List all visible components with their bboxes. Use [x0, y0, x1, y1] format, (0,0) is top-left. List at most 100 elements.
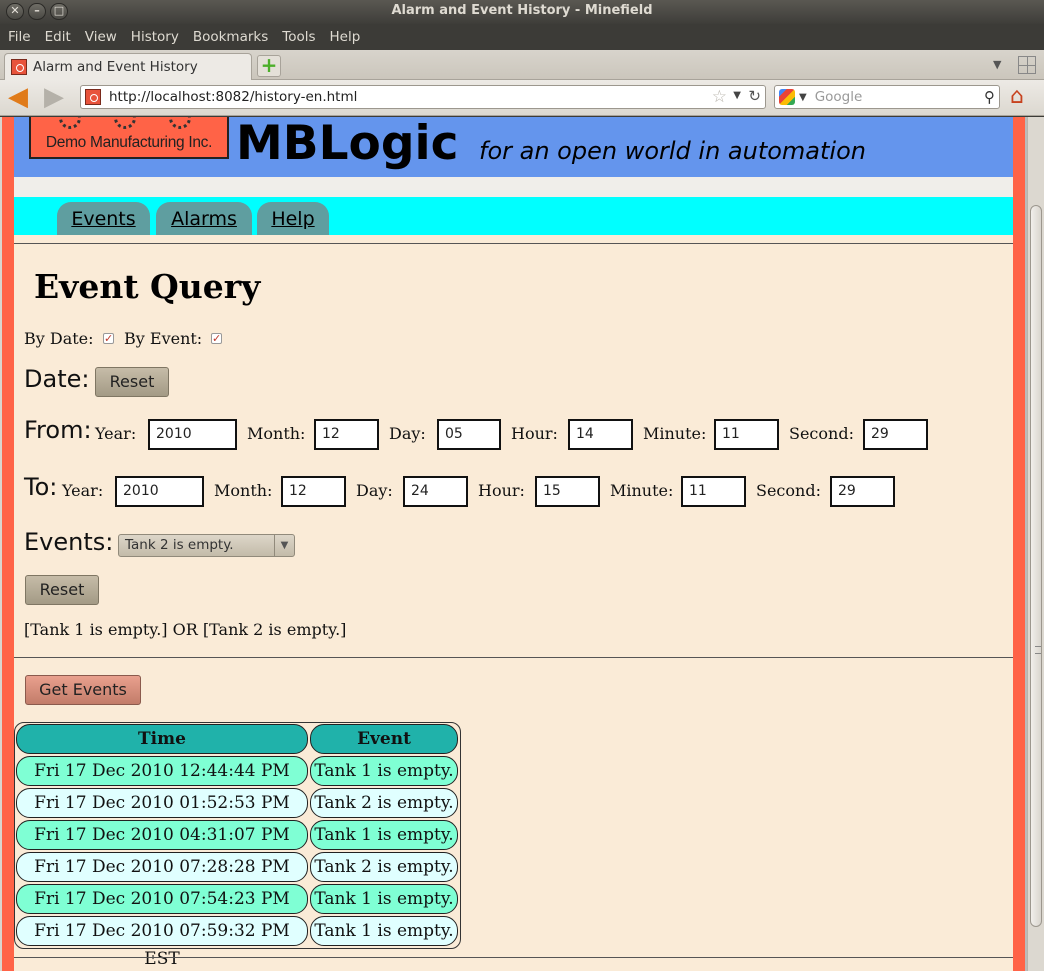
from-hour-label: Hour:: [511, 424, 558, 443]
menu-history[interactable]: History: [131, 29, 179, 45]
tab-bar: Alarm and Event History + ▼: [0, 50, 1044, 80]
get-events-button[interactable]: Get Events: [25, 675, 141, 705]
to-day-input[interactable]: 24: [403, 476, 468, 507]
events-select-value: Tank 2 is empty.: [125, 537, 234, 553]
search-engine-dropdown-icon[interactable]: ▼: [799, 92, 807, 103]
table-cell-time: Fri 17 Dec 2010 12:44:44 PM EST: [16, 756, 308, 809]
divider: [14, 657, 1013, 658]
menu-tools[interactable]: Tools: [282, 29, 315, 45]
site-title: MBLogic: [236, 117, 459, 171]
tab-overview-icon[interactable]: [1018, 56, 1036, 74]
gear-icon: [169, 117, 191, 129]
back-arrow-icon[interactable]: ◀: [8, 84, 28, 110]
column-header-event: Event: [310, 724, 458, 754]
close-window-button[interactable]: ✕: [6, 3, 24, 20]
by-event-label: By Event:: [124, 329, 203, 348]
to-label: To:: [24, 473, 58, 501]
table-cell-event: Tank 2 is empty.: [310, 852, 458, 882]
window-title: Alarm and Event History - Minefield: [391, 3, 653, 18]
table-cell-time: Fri 17 Dec 2010 07:54:23 PM EST: [16, 884, 308, 937]
by-date-label: By Date:: [24, 329, 94, 348]
page-favicon-icon: [11, 59, 27, 75]
to-month-input[interactable]: 12: [281, 476, 346, 507]
scrollbar-grip-icon: [1035, 646, 1041, 654]
google-logo-icon[interactable]: [779, 89, 795, 105]
gear-icon: [59, 117, 81, 129]
from-label: From:: [24, 416, 92, 444]
browser-tab[interactable]: Alarm and Event History: [4, 53, 252, 80]
date-reset-button[interactable]: Reset: [95, 367, 169, 397]
page-body: Demo Manufacturing Inc. MBLogic for an o…: [14, 117, 1013, 971]
events-table: Time Event Fri 17 Dec 2010 12:44:44 PM E…: [14, 722, 461, 969]
from-month-label: Month:: [247, 424, 306, 443]
company-logo: Demo Manufacturing Inc.: [29, 117, 229, 159]
forward-arrow-icon[interactable]: ▶: [44, 84, 64, 110]
to-minute-input[interactable]: 11: [681, 476, 746, 507]
menu-help[interactable]: Help: [330, 29, 361, 45]
from-day-input[interactable]: 05: [437, 419, 501, 450]
from-second-label: Second:: [789, 424, 854, 443]
divider: [14, 957, 1013, 958]
menu-file[interactable]: File: [8, 29, 31, 45]
site-nav: Events Alarms Help: [14, 197, 1013, 235]
table-cell-time: Fri 17 Dec 2010 07:28:28 PM EST: [16, 852, 308, 905]
minimize-window-button[interactable]: –: [28, 3, 46, 20]
search-placeholder: Google: [814, 89, 863, 105]
from-minute-label: Minute:: [643, 424, 707, 443]
tab-list-icon[interactable]: ▼: [993, 58, 1001, 71]
from-second-input[interactable]: 29: [863, 419, 928, 450]
menu-bookmarks[interactable]: Bookmarks: [193, 29, 268, 45]
maximize-window-button[interactable]: □: [50, 3, 68, 20]
to-year-input[interactable]: 2010: [115, 476, 204, 507]
table-cell-event: Tank 1 is empty.: [310, 884, 458, 914]
gear-icon: [114, 117, 136, 129]
table-cell-time: Fri 17 Dec 2010 04:31:07 PM EST: [16, 820, 308, 873]
right-side-bar: [1013, 117, 1025, 971]
from-minute-input[interactable]: 11: [714, 419, 779, 450]
column-header-time: Time: [16, 724, 308, 754]
reload-icon[interactable]: ↻: [748, 87, 761, 105]
date-label: Date:: [24, 365, 90, 393]
table-cell-event: Tank 1 is empty.: [310, 820, 458, 850]
table-cell-time: Fri 17 Dec 2010 07:59:32 PM EST: [16, 916, 308, 969]
scrollbar-thumb[interactable]: [1030, 205, 1042, 927]
site-identity-icon[interactable]: [85, 89, 101, 105]
by-event-checkbox[interactable]: ✓: [211, 333, 222, 344]
nav-tab-events[interactable]: Events: [57, 202, 150, 235]
from-year-input[interactable]: 2010: [148, 419, 237, 450]
from-hour-input[interactable]: 14: [568, 419, 633, 450]
nav-tab-help[interactable]: Help: [257, 202, 329, 235]
menu-edit[interactable]: Edit: [45, 29, 71, 45]
table-cell-event: Tank 2 is empty.: [310, 788, 458, 818]
to-minute-label: Minute:: [610, 481, 674, 500]
url-history-dropdown-icon[interactable]: ▼: [733, 90, 741, 101]
company-logo-text: Demo Manufacturing Inc.: [45, 134, 213, 151]
url-bar[interactable]: http://localhost:8082/history-en.html ☆ …: [80, 85, 766, 109]
window-titlebar: ✕ – □ Alarm and Event History - Minefiel…: [0, 0, 1044, 24]
table-cell-event: Tank 1 is empty.: [310, 916, 458, 946]
by-date-checkbox[interactable]: ✓: [103, 333, 114, 344]
events-select[interactable]: Tank 2 is empty. ▼: [118, 534, 295, 557]
chevron-down-icon: ▼: [274, 535, 294, 556]
from-month-input[interactable]: 12: [314, 419, 379, 450]
search-icon[interactable]: ⚲: [984, 88, 995, 106]
search-bar[interactable]: ▼ Google ⚲: [774, 85, 1000, 109]
selection-summary: [Tank 1 is empty.] OR [Tank 2 is empty.]: [24, 620, 347, 639]
menu-view[interactable]: View: [85, 29, 117, 45]
vertical-scrollbar[interactable]: [1027, 117, 1044, 971]
to-day-label: Day:: [356, 481, 393, 500]
new-tab-button[interactable]: +: [257, 55, 281, 77]
bookmark-star-icon[interactable]: ☆: [712, 87, 727, 107]
events-reset-button[interactable]: Reset: [25, 575, 99, 605]
to-hour-input[interactable]: 15: [535, 476, 600, 507]
left-side-bar: [2, 117, 14, 971]
to-second-input[interactable]: 29: [830, 476, 895, 507]
home-icon[interactable]: ⌂: [1010, 86, 1024, 108]
navigation-toolbar: ◀ ▶ http://localhost:8082/history-en.htm…: [0, 80, 1044, 116]
events-label: Events:: [24, 528, 114, 556]
window-controls: ✕ – □: [6, 3, 68, 20]
nav-tab-alarms[interactable]: Alarms: [156, 202, 252, 235]
menubar: File Edit View History Bookmarks Tools H…: [0, 24, 1044, 50]
table-cell-event: Tank 1 is empty.: [310, 756, 458, 786]
to-second-label: Second:: [756, 481, 821, 500]
